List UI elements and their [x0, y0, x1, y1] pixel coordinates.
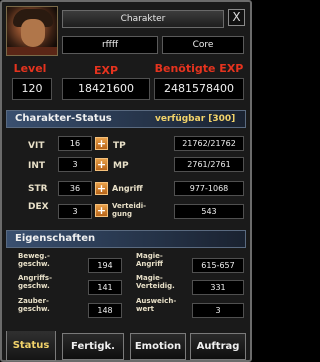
attack-speed-value: 141 — [88, 280, 122, 295]
move-speed-value: 194 — [88, 258, 122, 273]
evasion-label: Ausweich- wert — [136, 297, 177, 313]
evasion-value: 3 — [192, 303, 244, 318]
properties-section-header: Eigenschaften — [6, 230, 246, 248]
magic-defense-value: 331 — [192, 280, 244, 295]
magic-attack-label: Magie- Angriff — [136, 252, 163, 268]
magic-defense-label: Magie- Verteidig. — [136, 274, 175, 290]
attack-speed-label: Angriffs- geschw. — [18, 274, 53, 290]
tp-label: TP — [113, 141, 126, 151]
str-value: 36 — [58, 181, 92, 196]
dex-label: DEX — [28, 202, 49, 212]
close-button[interactable]: X — [228, 9, 245, 26]
level-label: Level — [13, 62, 47, 75]
available-points: verfügbar [300] — [155, 114, 236, 124]
int-value: 3 — [58, 157, 92, 172]
attack-value: 977-1068 — [174, 181, 244, 196]
vit-label: VIT — [28, 141, 45, 151]
dex-value: 3 — [58, 204, 92, 219]
character-name: rffff — [62, 36, 158, 54]
tp-value: 21762/21762 — [174, 136, 244, 151]
exp-value: 18421600 — [62, 78, 150, 100]
str-label: STR — [28, 184, 48, 194]
needed-exp-value: 2481578400 — [154, 78, 244, 100]
defense-value: 543 — [174, 204, 244, 219]
vit-plus-button[interactable]: + — [95, 137, 108, 150]
character-window: Charakter X rffff Core Level EXP Benötig… — [0, 0, 252, 362]
dex-plus-button[interactable]: + — [95, 204, 108, 217]
magic-attack-value: 615-657 — [192, 258, 244, 273]
str-plus-button[interactable]: + — [95, 182, 108, 195]
level-value: 120 — [12, 78, 52, 100]
tab-emotion[interactable]: Emotion — [130, 333, 186, 360]
status-section-title: Charakter-Status — [15, 113, 112, 124]
int-plus-button[interactable]: + — [95, 158, 108, 171]
cast-speed-value: 148 — [88, 303, 122, 318]
mp-value: 2761/2761 — [174, 157, 244, 172]
cast-speed-label: Zauber- geschw. — [18, 297, 50, 313]
move-speed-label: Beweg.- geschw. — [18, 252, 50, 268]
attack-label: Angriff — [112, 184, 143, 193]
int-label: INT — [28, 161, 46, 171]
needed-exp-label: Benötigte EXP — [154, 62, 244, 75]
mp-label: MP — [113, 161, 129, 171]
exp-label: EXP — [93, 64, 119, 77]
tab-status[interactable]: Status — [6, 331, 56, 361]
window-title: Charakter — [62, 10, 224, 28]
character-portrait — [6, 6, 58, 56]
properties-section-title: Eigenschaften — [15, 233, 96, 244]
tab-quests[interactable]: Auftrag — [190, 333, 246, 360]
vit-value: 16 — [58, 136, 92, 151]
clan-name: Core — [162, 36, 244, 54]
status-section-header: Charakter-Status verfügbar [300] — [6, 110, 246, 128]
defense-label: Verteidi- gung — [112, 202, 147, 218]
tab-skills[interactable]: Fertigk. — [62, 333, 124, 360]
